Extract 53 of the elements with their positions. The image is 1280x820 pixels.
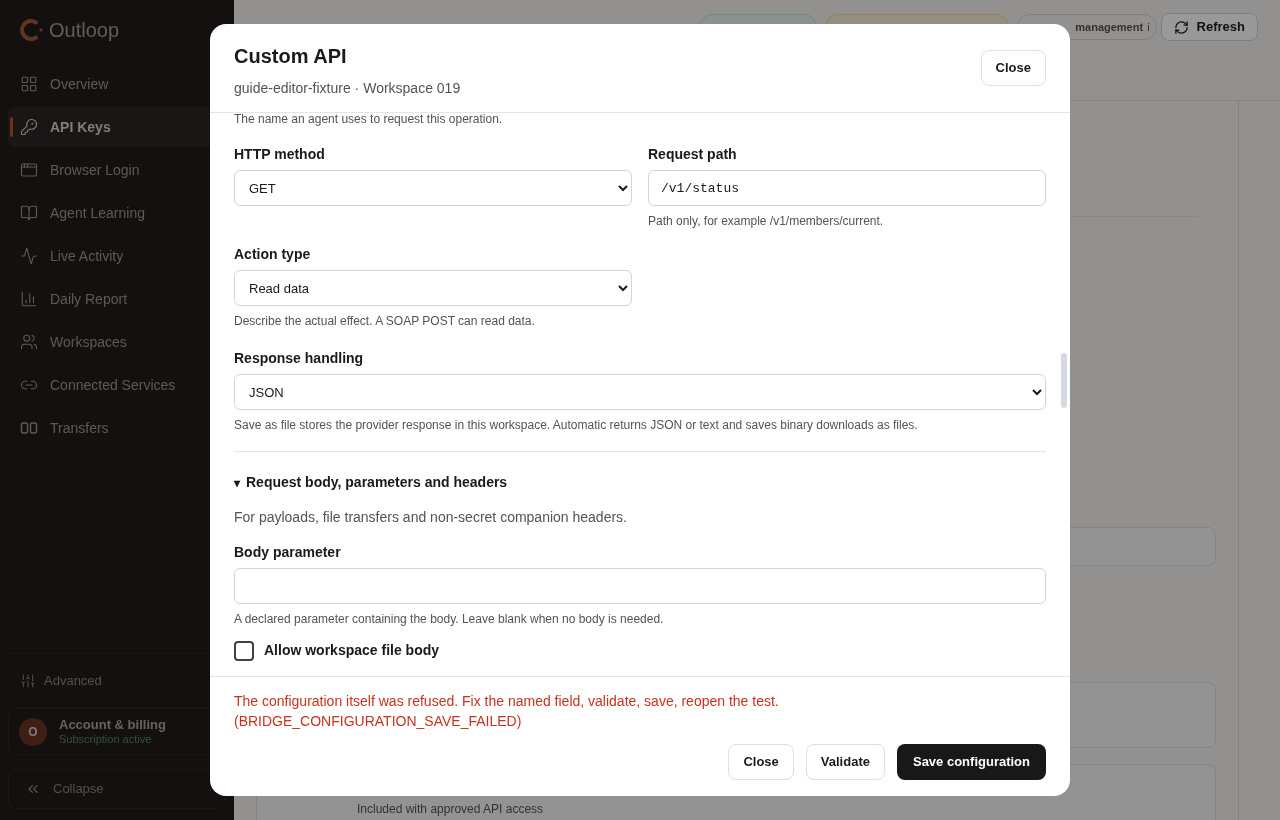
- nav-item[interactable]: Transfers: [8, 408, 226, 448]
- logo-text: Outloop: [49, 18, 120, 43]
- field-label: Action type: [234, 245, 312, 264]
- key-icon: [20, 118, 38, 136]
- dialog-title: Custom API: [234, 44, 348, 69]
- dropdown-field[interactable]: GET: [234, 170, 632, 206]
- close-button[interactable]: Close: [980, 50, 1046, 86]
- field-label: Request path: [648, 145, 738, 164]
- field-hint: Save as file stores the provider response in this workspace. Automatic returns JSON or text and saves binary downloads as files.: [234, 417, 919, 434]
- checkbox-label: Allow workspace file body: [264, 641, 440, 660]
- people-icon: [20, 333, 38, 351]
- nav-item[interactable]: Connected Services: [8, 365, 226, 405]
- nav-item[interactable]: Workspaces: [8, 322, 226, 362]
- nav-item[interactable]: Overview: [8, 64, 226, 104]
- close-button[interactable]: Close: [728, 744, 794, 780]
- save-button[interactable]: Save configuration: [896, 744, 1046, 780]
- path-input[interactable]: /v1/status: [648, 170, 1046, 206]
- refresh-button[interactable]: Refresh: [1160, 13, 1258, 41]
- book-icon: [20, 204, 38, 222]
- two-panels-icon: [20, 419, 38, 437]
- logo-icon: [19, 17, 45, 43]
- dropdown-field[interactable]: JSON: [234, 374, 1046, 410]
- browser-window-icon: [20, 161, 38, 179]
- field-label: Body parameter: [234, 543, 342, 562]
- field-hint: The name an agent uses to request this operation.: [234, 113, 504, 128]
- refresh-icon: [1173, 19, 1189, 35]
- sliders-icon: [20, 673, 36, 689]
- dropdown-field[interactable]: Read data: [234, 270, 632, 306]
- field-label: HTTP method: [234, 145, 326, 164]
- validate-button[interactable]: Validate: [805, 744, 885, 780]
- error-message: The configuration itself was refused. Fix the named field, validate, save, reopen the test. (BRIDGE_CONFIGURATION_SAVE_FAILED): [234, 692, 780, 731]
- advanced-toggle[interactable]: Advanced: [8, 666, 226, 696]
- access-note: Included with approved API access: [357, 801, 544, 818]
- subscription-status: Subscription active: [59, 732, 153, 747]
- bar-chart-icon: [20, 290, 38, 308]
- nav-item[interactable]: Browser Login: [8, 150, 226, 190]
- dialog-subtitle: guide-editor-fixture · Workspace 019: [234, 79, 462, 98]
- section-toggle[interactable]: ▾ Request body, parameters and headers: [234, 472, 1046, 493]
- field-hint: Describe the actual effect. A SOAP POST can read data.: [234, 313, 536, 330]
- pulse-icon: [20, 247, 38, 265]
- field-hint: A declared parameter containing the body. Leave blank when no body is needed.: [234, 611, 665, 628]
- avatar: O: [19, 717, 47, 746]
- nav-item[interactable]: Agent Learning: [8, 193, 226, 233]
- grid-icon: [20, 75, 38, 93]
- field-label: Response handling: [234, 349, 365, 368]
- scrollbar-thumb: [1061, 353, 1067, 408]
- nav-item[interactable]: Live Activity: [8, 236, 226, 276]
- checkbox[interactable]: [234, 640, 254, 661]
- nav-item[interactable]: Daily Report: [8, 279, 226, 319]
- section-description: For payloads, file transfers and non-secret companion headers.: [234, 508, 628, 527]
- field-hint: Path only, for example /v1/members/current.: [648, 213, 885, 230]
- account-name: Account & billing: [59, 716, 166, 732]
- body-parameter-input[interactable]: [234, 568, 1046, 604]
